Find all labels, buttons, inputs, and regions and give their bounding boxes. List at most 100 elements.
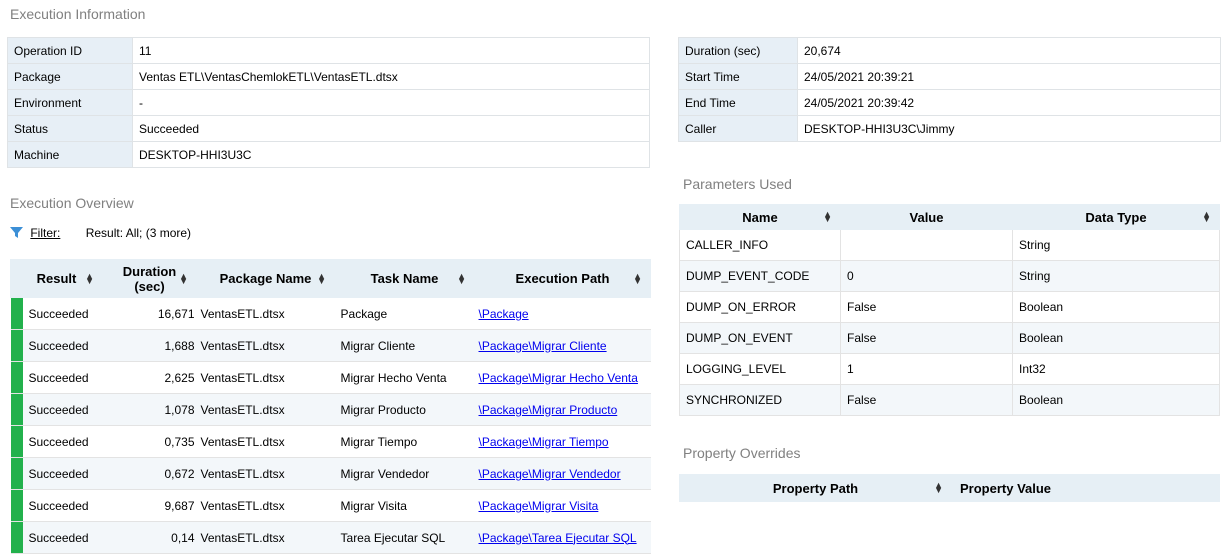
status-indicator (10, 457, 23, 490)
table-row[interactable]: Succeeded 0,672 VentasETL.dtsx Migrar Vende… (10, 457, 651, 490)
table-row[interactable]: Succeeded 1,688 VentasETL.dtsx Migrar Clien… (10, 329, 651, 362)
execution-path-link[interactable]: \Package\Migrar Hecho Venta (479, 371, 638, 385)
info-label: End Time (678, 89, 798, 116)
filter-summary: Result: All; (3 more) (85, 226, 192, 241)
execution-path-cell: \Package\Migrar Cliente (474, 329, 651, 362)
column-header-data-type[interactable]: Data Type ▲ ▼ (1012, 204, 1220, 230)
info-row: Start Time 24/05/2021 20:39:21 (678, 63, 1221, 90)
info-row: Operation ID 11 (7, 37, 650, 64)
column-header-task-name[interactable]: Task Name ▲ ▼ (334, 259, 476, 298)
filter-funnel-icon[interactable] (10, 226, 23, 242)
info-row: Machine DESKTOP-HHI3U3C (7, 141, 650, 168)
param-type-cell: Boolean (1012, 291, 1220, 323)
info-label: Caller (678, 115, 798, 142)
info-value: 24/05/2021 20:39:21 (797, 63, 1221, 90)
info-value: 24/05/2021 20:39:42 (797, 89, 1221, 116)
column-header-value[interactable]: Value (840, 204, 1013, 230)
parameters-table: Name ▲ ▼ Value Data Type ▲ ▼ CALLER_INFO Stri… (679, 204, 1220, 416)
package-name-cell: VentasETL.dtsx (196, 297, 335, 330)
sort-icon: ▲ ▼ (85, 270, 95, 286)
info-row: Duration (sec) 20,674 (678, 37, 1221, 64)
execution-overview-title: Execution Overview (10, 195, 134, 211)
table-row[interactable]: Succeeded 0,735 VentasETL.dtsx Migrar Tiemp… (10, 425, 651, 458)
table-row: CALLER_INFO String (679, 229, 1220, 261)
status-indicator (10, 393, 23, 426)
info-label: Start Time (678, 63, 798, 90)
status-indicator (10, 361, 23, 394)
task-name-cell: Migrar Producto (334, 393, 475, 426)
param-type-cell: Int32 (1012, 353, 1220, 385)
execution-path-cell: \Package\Migrar Hecho Venta (474, 361, 651, 394)
package-name-cell: VentasETL.dtsx (196, 425, 335, 458)
table-row: DUMP_EVENT_CODE 0 String (679, 260, 1220, 292)
execution-path-link[interactable]: \Package\Migrar Vendedor (479, 467, 621, 481)
param-name-cell: CALLER_INFO (679, 229, 841, 261)
duration-cell: 0,672 (102, 457, 197, 490)
column-header-package-name[interactable]: Package Name ▲ ▼ (196, 259, 336, 298)
execution-info-right-table: Duration (sec) 20,674 Start Time 24/05/2021… (678, 37, 1221, 142)
package-name-cell: VentasETL.dtsx (196, 489, 335, 522)
info-label: Machine (7, 141, 133, 168)
info-value: Ventas ETL\VentasChemlokETL\VentasETL.dt… (132, 63, 650, 90)
sort-icon: ▲ ▼ (317, 270, 327, 286)
status-indicator (10, 489, 23, 522)
execution-path-cell: \Package\Migrar Producto (474, 393, 651, 426)
table-row: SYNCHRONIZED False Boolean (679, 384, 1220, 416)
info-value: Succeeded (132, 115, 650, 142)
info-label: Status (7, 115, 133, 142)
sort-icon: ▲ ▼ (457, 270, 467, 286)
execution-path-link[interactable]: \Package (479, 307, 529, 321)
table-row[interactable]: Succeeded 9,687 VentasETL.dtsx Migrar Visit… (10, 489, 651, 522)
execution-path-cell: \Package\Migrar Visita (474, 489, 651, 522)
task-name-cell: Migrar Cliente (334, 329, 475, 362)
info-label: Operation ID (7, 37, 133, 64)
column-header-property-value[interactable]: Property Value (951, 474, 1220, 502)
column-header-duration[interactable]: Duration (sec) ▲ ▼ (102, 259, 198, 298)
package-name-cell: VentasETL.dtsx (196, 329, 335, 362)
param-name-cell: DUMP_EVENT_CODE (679, 260, 841, 292)
table-row[interactable]: Succeeded 16,671 VentasETL.dtsx Package \Pac… (10, 297, 651, 330)
info-row: End Time 24/05/2021 20:39:42 (678, 89, 1221, 116)
param-value-cell: 1 (840, 353, 1013, 385)
table-row[interactable]: Succeeded 1,078 VentasETL.dtsx Migrar Produ… (10, 393, 651, 426)
execution-path-link[interactable]: \Package\Migrar Visita (479, 499, 599, 513)
info-value: DESKTOP-HHI3U3C\Jimmy (797, 115, 1221, 142)
param-name-cell: SYNCHRONIZED (679, 384, 841, 416)
info-label: Environment (7, 89, 133, 116)
param-name-cell: DUMP_ON_ERROR (679, 291, 841, 323)
duration-cell: 0,735 (102, 425, 197, 458)
result-cell: Succeeded (22, 425, 103, 458)
execution-path-link[interactable]: \Package\Migrar Cliente (479, 339, 607, 353)
column-header-property-path[interactable]: Property Path ▲ ▼ (679, 474, 952, 502)
task-name-cell: Package (334, 297, 475, 330)
execution-overview-table: Result ▲ ▼ Duration (sec) ▲ ▼ Package Name ▲ ▼… (9, 259, 652, 554)
property-overrides-title: Property Overrides (683, 445, 801, 461)
status-indicator (10, 425, 23, 458)
package-name-cell: VentasETL.dtsx (196, 457, 335, 490)
execution-path-link[interactable]: \Package\Migrar Producto (479, 403, 618, 417)
column-header-result[interactable]: Result ▲ ▼ (9, 259, 104, 298)
param-value-cell (840, 229, 1013, 261)
execution-path-link[interactable]: \Package\Tarea Ejecutar SQL (479, 531, 637, 545)
column-header-name[interactable]: Name ▲ ▼ (679, 204, 841, 230)
execution-path-cell: \Package (474, 297, 651, 330)
task-name-cell: Migrar Visita (334, 489, 475, 522)
info-row: Caller DESKTOP-HHI3U3C\Jimmy (678, 115, 1221, 142)
info-value: 11 (132, 37, 650, 64)
parameters-title: Parameters Used (683, 176, 792, 192)
info-row: Environment - (7, 89, 650, 116)
param-type-cell: Boolean (1012, 322, 1220, 354)
package-name-cell: VentasETL.dtsx (196, 361, 335, 394)
duration-cell: 16,671 (102, 297, 197, 330)
execution-info-title: Execution Information (10, 6, 146, 22)
filter-row: Filter: Result: All; (3 more) (10, 226, 191, 242)
column-header-execution-path[interactable]: Execution Path ▲ ▼ (474, 259, 652, 298)
table-row[interactable]: Succeeded 2,625 VentasETL.dtsx Migrar Hecho… (10, 361, 651, 394)
filter-link[interactable]: Filter: (30, 226, 60, 240)
param-type-cell: String (1012, 229, 1220, 261)
execution-info-left-table: Operation ID 11 Package Ventas ETL\VentasCh… (7, 37, 650, 168)
sort-icon: ▲ ▼ (633, 270, 643, 286)
execution-path-link[interactable]: \Package\Migrar Tiempo (479, 435, 609, 449)
duration-cell: 9,687 (102, 489, 197, 522)
result-cell: Succeeded (22, 361, 103, 394)
